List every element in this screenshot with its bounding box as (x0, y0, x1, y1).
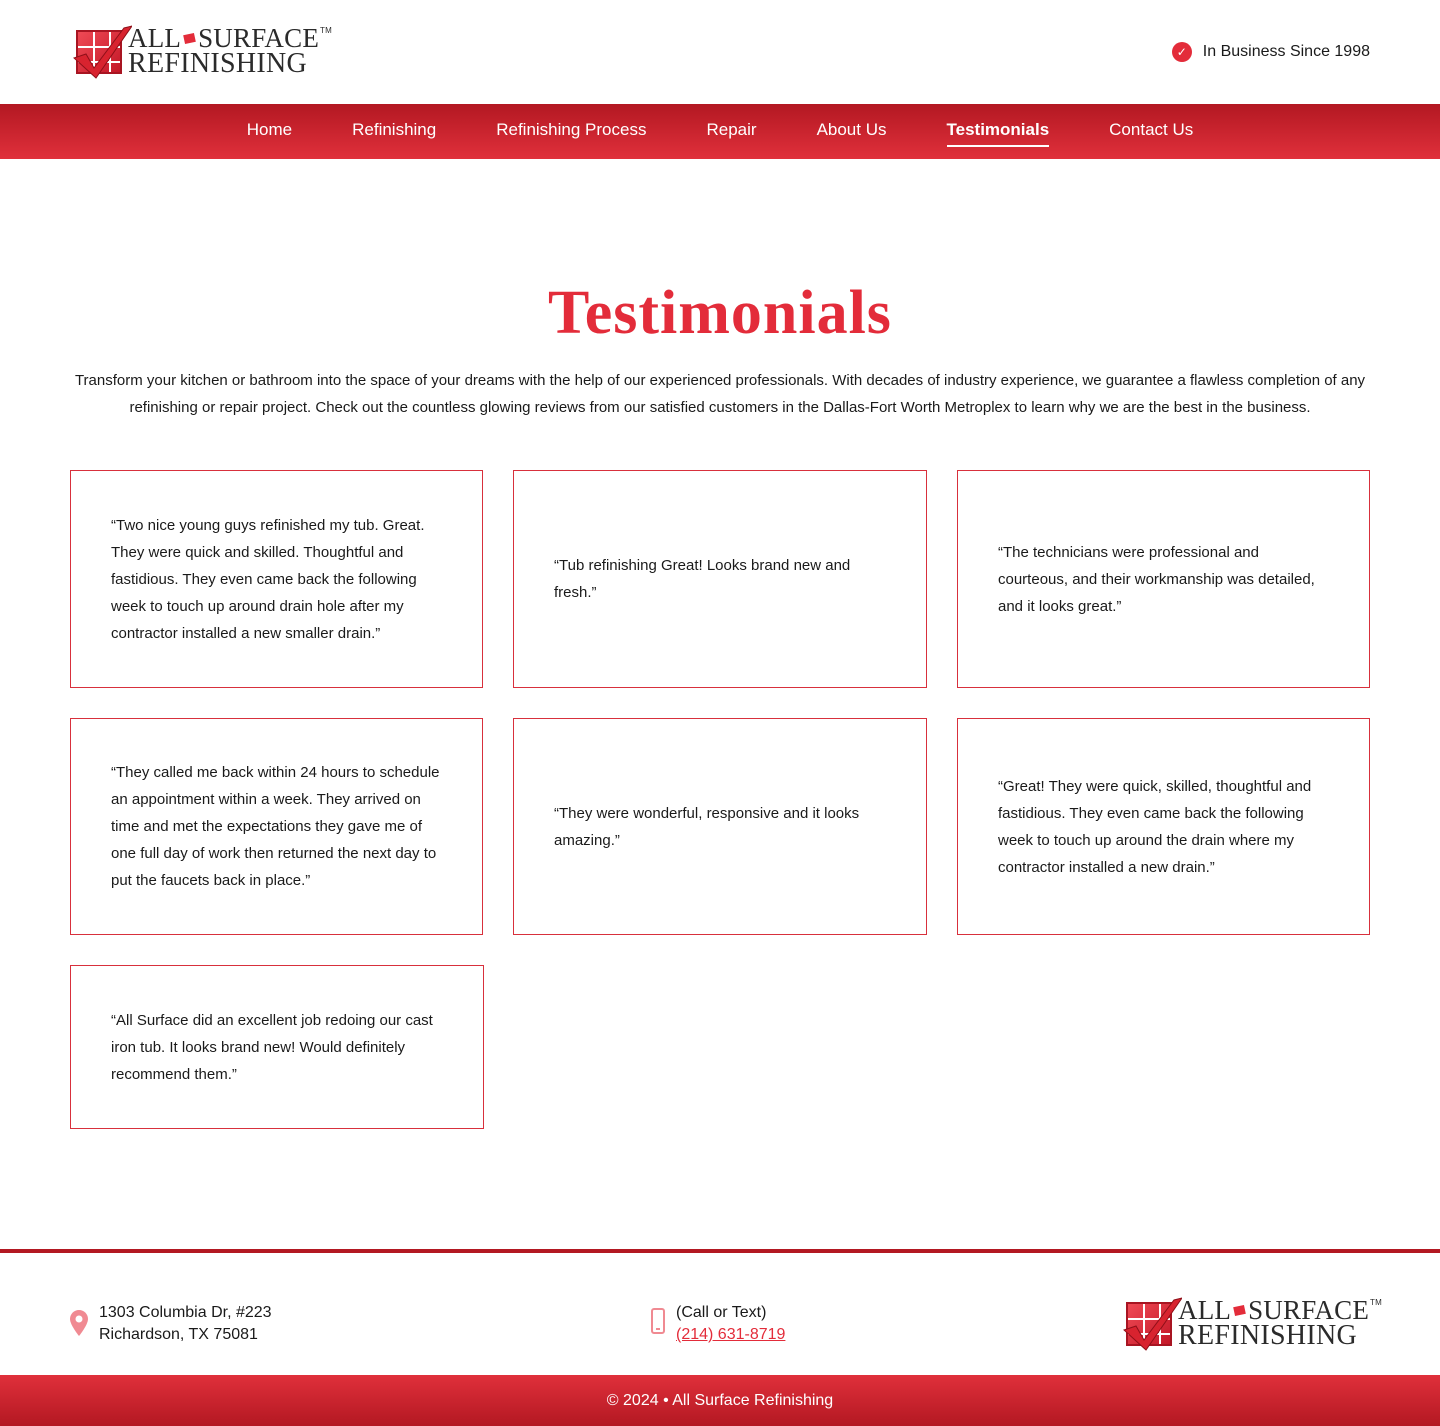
nav-refinishing-process[interactable]: Refinishing Process (496, 120, 646, 144)
in-business-since-text: In Business Since 1998 (1202, 43, 1370, 60)
footer-phone: (Call or Text) (214) 631-8719 (651, 1302, 785, 1346)
main-nav: Home Refinishing Refinishing Process Rep… (0, 104, 1440, 159)
footer-address: 1303 Columbia Dr, #223 Richardson, TX 75… (70, 1302, 272, 1346)
site-header: ALL SURFACE TM REFINISHING ✓ In Business S… (0, 0, 1440, 104)
intro-paragraph: Transform your kitchen or bathroom into … (74, 372, 1366, 416)
testimonial-card: “Two nice young guys refinished my tub. … (70, 470, 483, 688)
logo-trademark: TM (1370, 1298, 1382, 1308)
nav-testimonials[interactable]: Testimonials (946, 120, 1049, 147)
testimonial-text: “Two nice young guys refinished my tub. … (111, 516, 425, 642)
map-pin-icon (70, 1310, 88, 1336)
footer-divider (0, 1249, 1440, 1253)
in-business-since: ✓ In Business Since 1998 (1171, 42, 1370, 62)
testimonial-text: “Great! They were quick, skilled, though… (998, 777, 1312, 876)
logo-word-all: ALL (128, 22, 182, 53)
testimonial-card: “They called me back within 24 hours to … (70, 718, 483, 935)
testimonial-text: “They were wonderful, responsive and it … (554, 804, 860, 849)
address-line-2: Richardson, TX 75081 (99, 1326, 258, 1343)
testimonial-card: “All Surface did an excellent job redoin… (70, 965, 484, 1129)
testimonial-card: “Tub refinishing Great! Looks brand new … (513, 470, 927, 688)
testimonial-card: “The technicians were professional and c… (957, 470, 1370, 688)
testimonial-card: “Great! They were quick, skilled, though… (957, 718, 1370, 935)
logo-word-all: ALL (1178, 1294, 1232, 1325)
copyright-text: © 2024 • All Surface Refinishing (606, 1391, 834, 1409)
testimonial-text: “The technicians were professional and c… (998, 543, 1315, 615)
nav-contact-us[interactable]: Contact Us (1109, 120, 1193, 144)
nav-about-us[interactable]: About Us (817, 120, 887, 144)
nav-home[interactable]: Home (247, 120, 292, 144)
testimonial-text: “All Surface did an excellent job redoin… (111, 1011, 433, 1083)
address-line-1: 1303 Columbia Dr, #223 (99, 1304, 272, 1321)
check-circle-icon: ✓ (1171, 42, 1192, 62)
phone-label: (Call or Text) (676, 1304, 767, 1321)
testimonial-text: “Tub refinishing Great! Looks brand new … (554, 557, 851, 601)
logo-word-surface: SURFACE (198, 22, 320, 53)
nav-repair[interactable]: Repair (706, 120, 756, 144)
logo-word-refinishing: REFINISHING (1178, 1319, 1358, 1351)
logo-mark-icon (1122, 1296, 1182, 1351)
mobile-phone-icon (651, 1308, 665, 1334)
testimonial-card: “They were wonderful, responsive and it … (513, 718, 927, 935)
testimonial-text: “They called me back within 24 hours to … (111, 764, 440, 889)
nav-refinishing[interactable]: Refinishing (352, 120, 436, 144)
page-title: Testimonials (548, 279, 892, 347)
phone-number-link[interactable]: (214) 631-8719 (676, 1326, 785, 1343)
logo-trademark: TM (320, 26, 332, 36)
footer-brand-logo[interactable]: ALL SURFACE TM REFINISHING (1122, 1294, 1382, 1351)
brand-logo[interactable]: ALL SURFACE TM REFINISHING (72, 22, 332, 79)
logo-word-refinishing: REFINISHING (128, 47, 308, 79)
logo-mark-icon (72, 24, 132, 79)
logo-word-surface: SURFACE (1248, 1294, 1370, 1325)
copyright-bar: © 2024 • All Surface Refinishing (0, 1375, 1440, 1426)
